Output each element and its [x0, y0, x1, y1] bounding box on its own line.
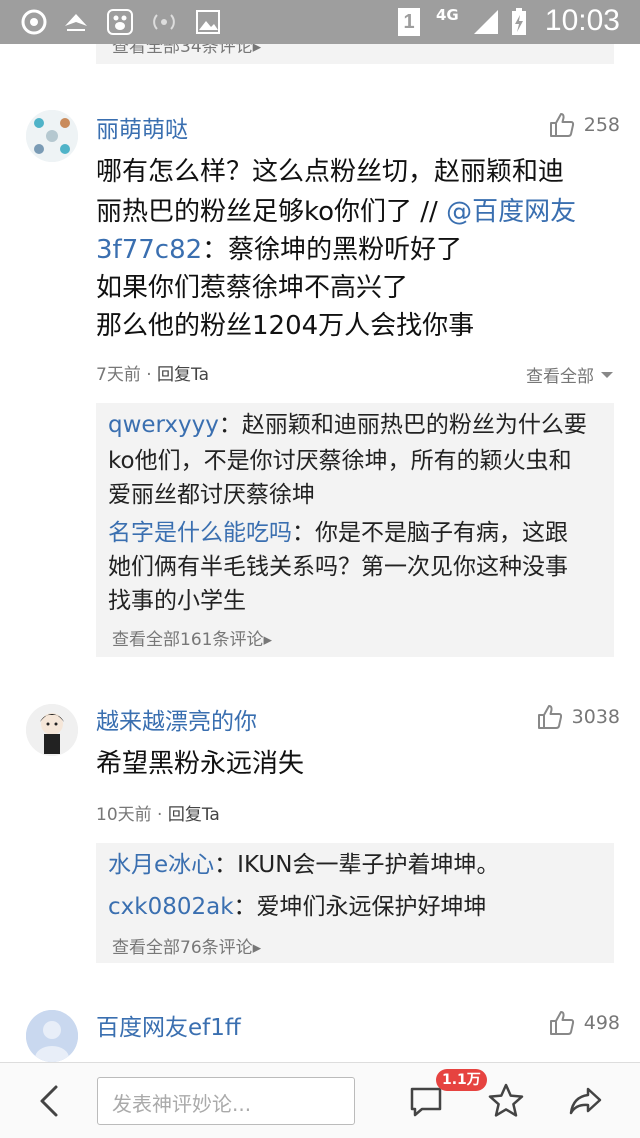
- view-all-comments-link[interactable]: 查看全部34条评论▸: [112, 44, 261, 57]
- reply-username[interactable]: 水月e冰心: [108, 852, 214, 878]
- caret-down-icon: [601, 371, 613, 378]
- comment-body-line: 哪有怎么样？这么点粉丝切，赵丽颖和迪: [96, 157, 565, 187]
- view-all-comments-link[interactable]: 查看全部161条评论▸: [112, 625, 272, 650]
- comment-body-text: 丽热巴的粉丝足够ko你们了 //: [96, 197, 438, 227]
- reply-text: ：赵丽颖和迪丽热巴的粉丝为什么要: [218, 412, 587, 438]
- star-icon[interactable]: [486, 1081, 526, 1121]
- reply-line: cxk0802ak：爱坤们永远保护好坤坤: [108, 889, 487, 925]
- reply-text: ：IKUN会一辈子护着坤坤。: [214, 852, 500, 878]
- reply-line: 水月e冰心：IKUN会一辈子护着坤坤。: [108, 847, 499, 883]
- thumbs-up-icon: [537, 705, 562, 729]
- comment-body-text: ：蔡徐坤的黑粉听好了: [202, 235, 463, 265]
- reply-button[interactable]: 回复Ta: [157, 365, 209, 385]
- avatar[interactable]: [26, 1010, 78, 1062]
- reply-username[interactable]: 名字是什么能吃吗: [108, 520, 292, 546]
- reply-line: 她们俩有半毛钱关系吗？第一次见你这种没事: [108, 554, 568, 580]
- chevron-left-icon[interactable]: [30, 1081, 70, 1121]
- reply-line: qwerxyyy：赵丽颖和迪丽热巴的粉丝为什么要: [108, 407, 587, 443]
- comment-body-line: 3f77c82：蔡徐坤的黑粉听好了: [96, 230, 462, 270]
- app-notification-icon: [21, 9, 47, 35]
- user-mention-link[interactable]: 3f77c82: [96, 235, 202, 265]
- comment-time: 7天前: [96, 365, 141, 385]
- comment-body-line: 如果你们惹蔡徐坤不高兴了: [96, 273, 409, 303]
- comment-body-line: 丽热巴的粉丝足够ko你们了 // @百度网友: [96, 192, 576, 232]
- comment-count-badge: 1.1万: [436, 1069, 487, 1091]
- comment-meta: 7天前 · 回复Ta: [96, 365, 210, 385]
- reply-username[interactable]: cxk0802ak: [108, 894, 234, 920]
- comment-body-line: 那么他的粉丝1204万人会找你事: [96, 311, 475, 341]
- comment-body-line: 希望黑粉永远消失: [96, 749, 305, 779]
- comment-username[interactable]: 越来越漂亮的你: [96, 702, 257, 736]
- thumbs-up-icon: [549, 1011, 574, 1035]
- view-all-comments-link[interactable]: 查看全部76条评论▸: [112, 933, 261, 958]
- comment-time: 10天前: [96, 805, 152, 825]
- reply-box: qwerxyyy：赵丽颖和迪丽热巴的粉丝为什么要 ko他们，不是你讨厌蔡徐坤，所…: [96, 403, 614, 657]
- reply-box-partial: 查看全部34条评论▸: [96, 44, 614, 64]
- thumbs-up-icon: [549, 113, 574, 137]
- reply-line: 找事的小学生: [108, 588, 246, 614]
- reply-box: 水月e冰心：IKUN会一辈子护着坤坤。 cxk0802ak：爱坤们永远保护好坤坤…: [96, 843, 614, 963]
- like-count: 498: [583, 1012, 620, 1034]
- share-arrow-icon[interactable]: [566, 1081, 606, 1121]
- network-type: 4G: [436, 6, 459, 24]
- signal-icon: [474, 10, 498, 34]
- default-avatar-icon: [26, 1010, 78, 1062]
- comment-username[interactable]: 丽萌萌哒: [96, 110, 188, 144]
- reply-username[interactable]: qwerxyyy: [108, 412, 219, 438]
- reply-line: ko他们，不是你讨厌蔡徐坤，所有的颖火虫和: [108, 448, 572, 474]
- reply-text: ：爱坤们永远保护好坤坤: [233, 894, 487, 920]
- status-bar: 1 4G 10:03: [0, 0, 640, 44]
- user-mention-link[interactable]: @百度网友: [446, 197, 576, 227]
- like-button[interactable]: 258: [548, 110, 620, 140]
- comment-meta: 10天前 · 回复Ta: [96, 805, 220, 825]
- bird-notification-icon: [65, 14, 87, 31]
- expand-label: 查看全部: [526, 367, 594, 387]
- bottom-action-bar: 发表神评妙论... 1.1万: [0, 1062, 640, 1138]
- comment-username[interactable]: 百度网友ef1ff: [96, 1008, 241, 1042]
- reply-text: ：你是不是脑子有病，这跟: [292, 520, 568, 546]
- battery-charging-icon: [512, 8, 526, 35]
- like-count: 258: [583, 114, 620, 136]
- sim-indicator: 1: [398, 8, 420, 36]
- expand-comment-button[interactable]: 查看全部: [526, 362, 614, 387]
- avatar[interactable]: [26, 704, 78, 756]
- hotspot-icon: [153, 14, 175, 30]
- like-button[interactable]: 3038: [536, 702, 620, 732]
- clock: 10:03: [544, 4, 620, 37]
- reply-button[interactable]: 回复Ta: [168, 805, 220, 825]
- reply-line: 爱丽丝都讨厌蔡徐坤: [108, 482, 315, 508]
- avatar-cartoon-icon: [26, 704, 78, 756]
- image-notification-icon: [196, 10, 220, 34]
- avatar[interactable]: [26, 110, 78, 162]
- like-button[interactable]: 498: [548, 1008, 620, 1038]
- paw-notification-icon: [107, 9, 133, 35]
- reply-line: 名字是什么能吃吗：你是不是脑子有病，这跟: [108, 515, 568, 551]
- avatar-pattern-icon: [26, 110, 78, 162]
- comment-input[interactable]: 发表神评妙论...: [97, 1077, 355, 1125]
- like-count: 3038: [571, 706, 620, 728]
